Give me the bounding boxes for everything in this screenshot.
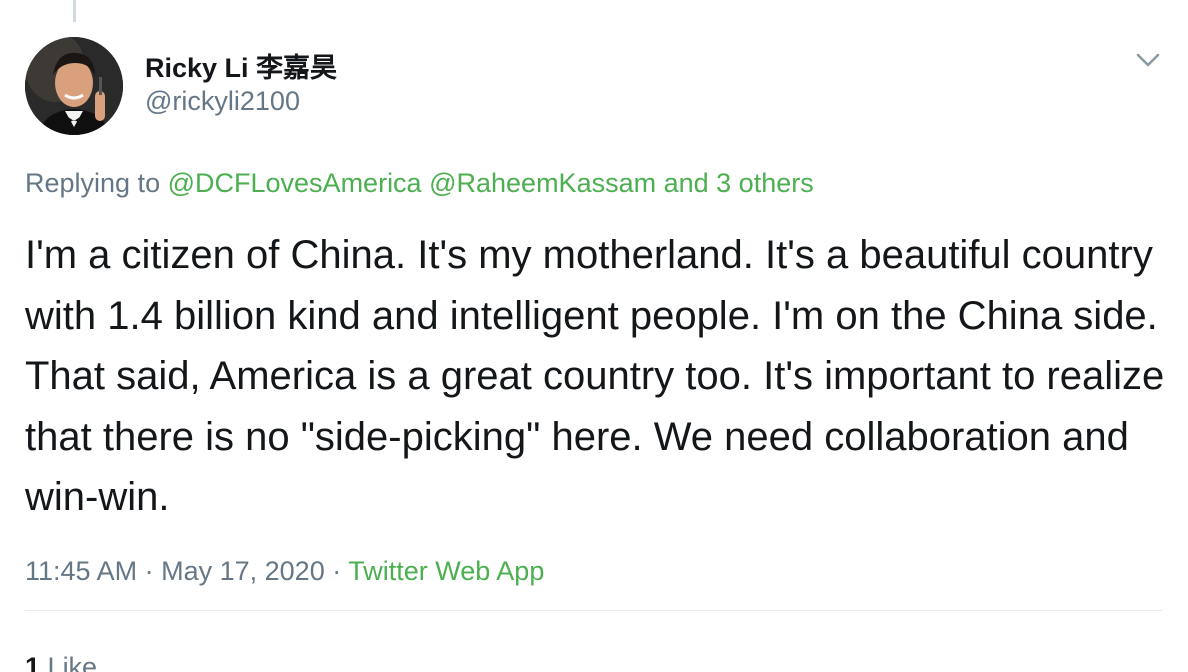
tweet-card: Ricky Li 李嘉昊 @rickyli2100 Replying to @D… bbox=[0, 0, 1188, 672]
tweet-text: I'm a citizen of China. It's my motherla… bbox=[25, 233, 1165, 519]
tweet-time[interactable]: 11:45 AM bbox=[25, 556, 137, 586]
mention-link[interactable]: @RaheemKassam bbox=[429, 168, 656, 198]
avatar[interactable] bbox=[25, 37, 123, 135]
display-name[interactable]: Ricky Li bbox=[145, 53, 249, 83]
others-link[interactable]: and 3 others bbox=[664, 168, 814, 198]
meta-separator: · bbox=[144, 556, 154, 586]
tweet-source[interactable]: Twitter Web App bbox=[348, 556, 544, 586]
thread-connector-line bbox=[73, 0, 76, 22]
tweet-meta: 11:45 AM · May 17, 2020 · Twitter Web Ap… bbox=[25, 556, 544, 587]
likes-label: Like bbox=[47, 652, 98, 672]
replying-prefix: Replying to bbox=[25, 168, 161, 198]
mention-link[interactable]: @DCFLovesAmerica bbox=[168, 168, 422, 198]
tweet-date[interactable]: May 17, 2020 bbox=[161, 556, 325, 586]
likes-count: 1 bbox=[25, 652, 41, 672]
chevron-down-icon[interactable] bbox=[1134, 50, 1162, 70]
likes-stat[interactable]: 1 Like bbox=[25, 652, 97, 672]
replying-to: Replying to @DCFLovesAmerica @RaheemKass… bbox=[25, 168, 814, 199]
author-name[interactable]: Ricky Li 李嘉昊 bbox=[145, 46, 337, 85]
author-handle[interactable]: @rickyli2100 bbox=[145, 86, 300, 117]
divider bbox=[25, 610, 1162, 611]
display-name-cjk[interactable]: 李嘉昊 bbox=[256, 53, 337, 84]
meta-separator: · bbox=[332, 556, 342, 586]
avatar-image bbox=[25, 37, 123, 135]
